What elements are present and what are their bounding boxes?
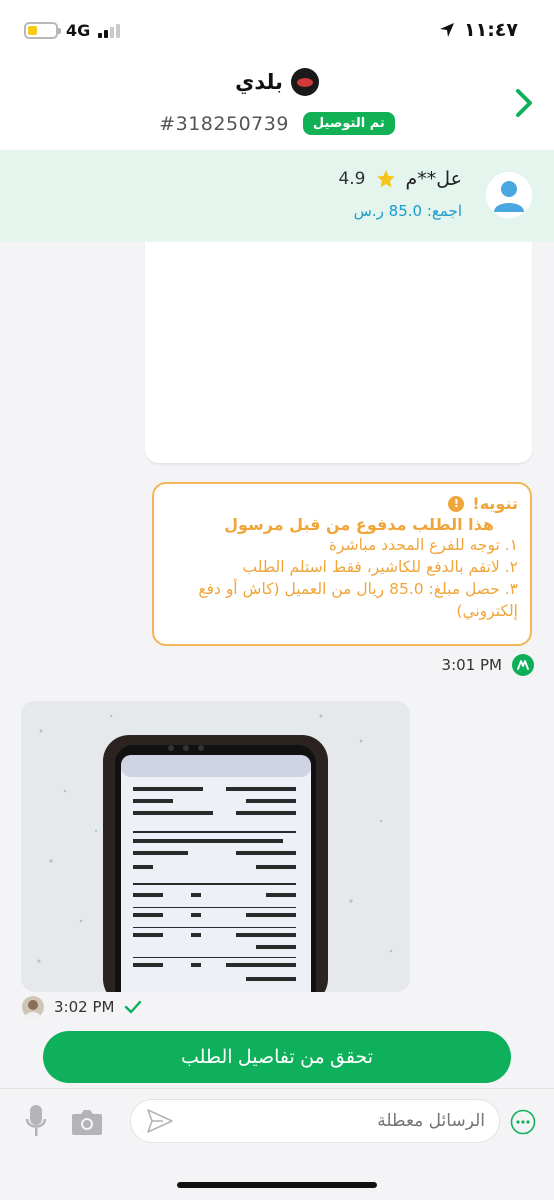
message-time: 3:01 PM (441, 656, 502, 674)
notice-line: ٣. حصل مبلغ: 85.0 ريال من العميل (كاش أو… (198, 580, 518, 620)
notice-title: تنويه! (472, 494, 518, 513)
microphone-icon[interactable] (24, 1103, 48, 1139)
restaurant-logo-icon (290, 68, 319, 96)
status-right: ١١:٤٧ (438, 19, 518, 41)
notice-line: ١. توجه للفرع المحدد مباشرة (328, 536, 518, 554)
warning-icon: ! (448, 495, 465, 512)
title-row: بلدي (0, 68, 554, 96)
status-bar: 4G ١١:٤٧ (0, 0, 554, 60)
camera-icon[interactable] (70, 1107, 104, 1137)
star-icon (376, 170, 395, 188)
total-value: 85.0 ر.س (353, 202, 423, 220)
total-label: اجمع: (426, 202, 462, 220)
customer-card[interactable]: 4.9 عل**م اجمع: 85.0 ر.س (0, 150, 554, 241)
user-icon (494, 181, 524, 212)
customer-total: اجمع: 85.0 ر.س (354, 202, 462, 220)
chevron-right-icon[interactable] (512, 86, 536, 120)
message-meta: 3:02 PM (22, 996, 142, 1018)
chat-screen: 4G ١١:٤٧ بلدي #318250739 تم التوصيل 4.9 … (0, 0, 554, 1200)
sender-avatar (22, 996, 44, 1018)
customer-name: عل**م (405, 168, 463, 190)
message-bubble (145, 242, 532, 464)
notice-line: ٢. لاتقم بالدفع للكاشير، فقط استلم الطلب (242, 558, 518, 576)
customer-avatar (486, 172, 532, 218)
message-time: 3:02 PM (54, 998, 115, 1016)
status-badge: تم التوصيل (302, 112, 395, 135)
clock: ١١:٤٧ (464, 19, 518, 41)
status-left: 4G (24, 20, 121, 40)
network-label: 4G (66, 20, 91, 40)
receipt-photo (21, 701, 410, 992)
customer-name-row: 4.9 عل**م (338, 168, 462, 190)
battery-icon (24, 21, 61, 39)
notice-subtitle: هذا الطلب مدفوع من قبل مرسول (224, 515, 494, 534)
image-message[interactable] (21, 701, 410, 992)
message-meta: 3:01 PM (442, 654, 534, 676)
input-bar (0, 1088, 554, 1200)
checkmark-icon (125, 1000, 142, 1014)
order-details-button[interactable]: تحقق من تفاصيل الطلب (43, 1031, 511, 1083)
chat-header: بلدي #318250739 تم التوصيل (0, 60, 554, 150)
restaurant-name: بلدي (235, 70, 283, 94)
location-arrow-icon (440, 23, 454, 37)
signal-icon (98, 23, 121, 38)
order-row: #318250739 تم التوصيل (0, 112, 554, 135)
order-number: #318250739 (159, 112, 289, 135)
message-input-field[interactable] (130, 1099, 500, 1143)
message-input[interactable] (185, 1111, 485, 1131)
customer-rating: 4.9 (338, 169, 366, 189)
send-icon[interactable] (145, 1106, 175, 1136)
notice-message: تنويه! ! هذا الطلب مدفوع من قبل مرسول ١.… (152, 482, 532, 646)
notice-head: تنويه! ! (166, 494, 518, 513)
more-options-icon[interactable] (510, 1109, 536, 1135)
mrsool-icon (512, 654, 534, 676)
home-indicator (177, 1182, 377, 1188)
